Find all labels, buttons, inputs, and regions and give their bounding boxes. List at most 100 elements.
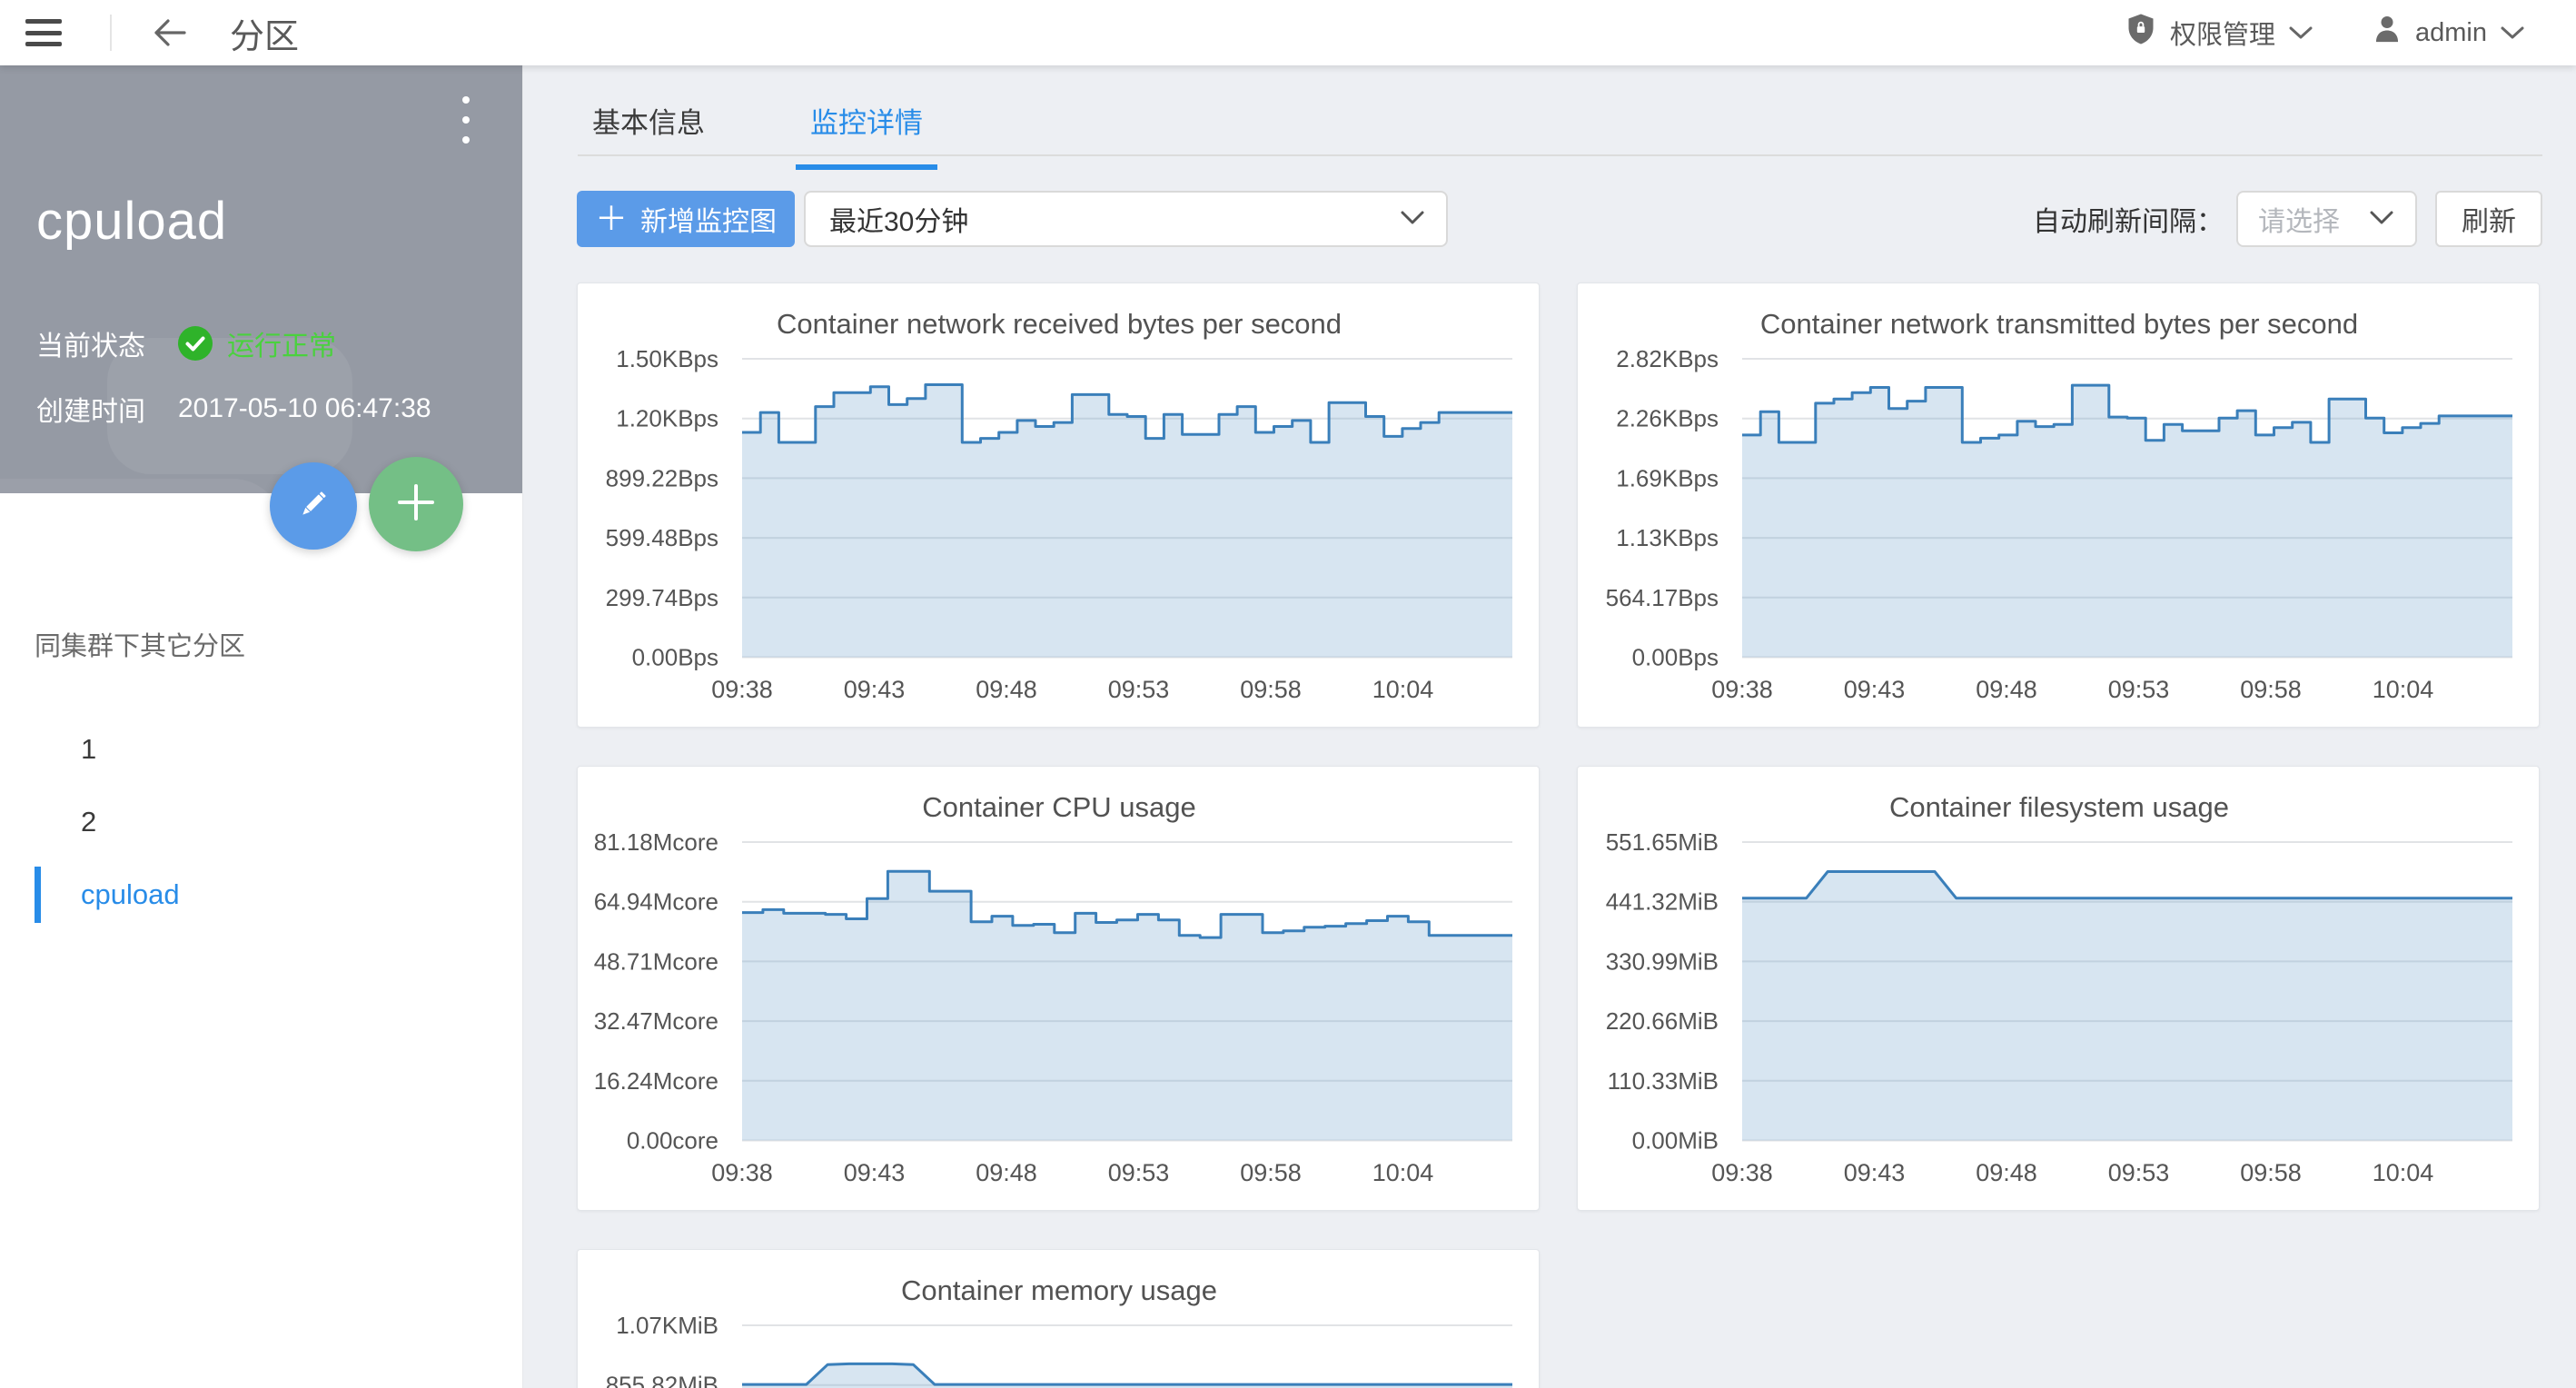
chart-svg-3: 551.65MiB441.32MiB330.99MiB220.66MiB110.… bbox=[1578, 767, 2541, 1212]
svg-text:09:48: 09:48 bbox=[1976, 676, 2037, 703]
svg-text:1.13KBps: 1.13KBps bbox=[1616, 524, 1719, 551]
partition-name: cpuload bbox=[36, 191, 227, 252]
svg-text:10:04: 10:04 bbox=[1372, 1159, 1434, 1186]
svg-text:09:53: 09:53 bbox=[2108, 1159, 2170, 1186]
svg-text:10:04: 10:04 bbox=[2373, 1159, 2434, 1186]
sidebar-item-1[interactable]: 1 bbox=[0, 713, 522, 786]
svg-text:09:38: 09:38 bbox=[711, 1159, 773, 1186]
chevron-down-icon bbox=[1399, 203, 1426, 234]
shield-lock-icon bbox=[2125, 12, 2157, 54]
permission-label: 权限管理 bbox=[2170, 14, 2275, 52]
svg-text:1.07KMiB: 1.07KMiB bbox=[616, 1312, 718, 1339]
svg-text:0.00Bps: 0.00Bps bbox=[1632, 644, 1719, 671]
svg-text:09:43: 09:43 bbox=[1844, 676, 1906, 703]
edit-partition-button[interactable] bbox=[270, 462, 357, 550]
time-range-select[interactable]: 最近30分钟 bbox=[804, 191, 1448, 247]
chart-card-4: 1.07KMiB855.82MiB09:3809:4309:4809:5309:… bbox=[577, 1249, 1540, 1388]
topbar-right: 权限管理 admin bbox=[2125, 12, 2525, 54]
add-monitor-chart-label: 新增监控图 bbox=[640, 199, 777, 239]
svg-text:564.17Bps: 564.17Bps bbox=[1606, 584, 1719, 611]
svg-text:09:53: 09:53 bbox=[1108, 676, 1170, 703]
toolbar: ＋ 新增监控图 最近30分钟 自动刷新间隔： 请选择 刷新 bbox=[577, 191, 2542, 247]
main-content: 基本信息监控详情 ＋ 新增监控图 最近30分钟 自动刷新间隔： 请选择 刷新 1… bbox=[523, 65, 2576, 1388]
status-label: 当前状态 bbox=[36, 323, 178, 363]
chart-svg-4: 1.07KMiB855.82MiB09:3809:4309:4809:5309:… bbox=[578, 1250, 1541, 1388]
created-value: 2017-05-10 06:47:38 bbox=[178, 393, 431, 424]
svg-text:09:43: 09:43 bbox=[844, 1159, 906, 1186]
svg-text:Container network received byt: Container network received bytes per sec… bbox=[777, 308, 1342, 340]
svg-text:Container network transmitted: Container network transmitted bytes per … bbox=[1760, 308, 2358, 340]
created-label: 创建时间 bbox=[36, 389, 178, 429]
svg-text:09:53: 09:53 bbox=[2108, 676, 2170, 703]
refresh-controls: 自动刷新间隔： 请选择 刷新 bbox=[2033, 191, 2542, 247]
pencil-icon bbox=[293, 484, 333, 529]
svg-text:Container memory usage: Container memory usage bbox=[901, 1274, 1217, 1306]
tab-基本信息[interactable]: 基本信息 bbox=[578, 65, 719, 170]
svg-text:0.00core: 0.00core bbox=[627, 1127, 718, 1155]
sidebar-item-2[interactable]: 2 bbox=[0, 786, 522, 858]
svg-text:1.50KBps: 1.50KBps bbox=[616, 345, 718, 372]
kebab-menu-icon[interactable] bbox=[448, 96, 484, 144]
svg-text:0.00MiB: 0.00MiB bbox=[1632, 1127, 1719, 1155]
partition-info-card: cpuload 当前状态 运行正常 创建时间 2017-05-10 06:47:… bbox=[0, 65, 522, 493]
svg-text:32.47Mcore: 32.47Mcore bbox=[594, 1007, 718, 1035]
permission-menu[interactable]: 权限管理 bbox=[2125, 12, 2313, 54]
status-value: 运行正常 bbox=[227, 323, 336, 363]
svg-text:09:43: 09:43 bbox=[844, 676, 906, 703]
refresh-button[interactable]: 刷新 bbox=[2435, 191, 2542, 247]
top-bar: 分区 权限管理 admin bbox=[0, 0, 2576, 65]
add-monitor-chart-button[interactable]: ＋ 新增监控图 bbox=[577, 191, 795, 247]
page-title: 分区 bbox=[230, 8, 299, 58]
svg-text:09:38: 09:38 bbox=[711, 676, 773, 703]
svg-text:2.82KBps: 2.82KBps bbox=[1616, 345, 1719, 372]
refresh-interval-label: 自动刷新间隔： bbox=[2033, 199, 2224, 239]
refresh-interval-select[interactable]: 请选择 bbox=[2236, 191, 2417, 247]
created-row: 创建时间 2017-05-10 06:47:38 bbox=[36, 389, 431, 429]
svg-text:2.26KBps: 2.26KBps bbox=[1616, 405, 1719, 432]
chart-card-0: 1.50KBps 1.20KBps 899.22Bps 599.48Bps 299.74… bbox=[577, 283, 1540, 728]
svg-text:Container filesystem usage: Container filesystem usage bbox=[1889, 791, 2229, 823]
user-label: admin bbox=[2415, 18, 2487, 48]
time-range-value: 最近30分钟 bbox=[829, 199, 968, 239]
sidebar-item-cpuload[interactable]: cpuload bbox=[0, 858, 522, 931]
plus-icon: ＋ bbox=[595, 203, 628, 235]
chart-card-2: 81.18Mcore 64.94Mcore 48.71Mcore 32.47Mcore… bbox=[577, 766, 1540, 1211]
watermark-shape bbox=[0, 479, 283, 493]
check-circle-icon bbox=[178, 326, 213, 361]
back-arrow-icon[interactable] bbox=[152, 16, 188, 49]
svg-text:0.00Bps: 0.00Bps bbox=[632, 644, 718, 671]
svg-text:09:48: 09:48 bbox=[976, 676, 1037, 703]
sidebar: cpuload 当前状态 运行正常 创建时间 2017-05-10 06:47:… bbox=[0, 65, 523, 1388]
svg-text:09:48: 09:48 bbox=[976, 1159, 1037, 1186]
svg-text:599.48Bps: 599.48Bps bbox=[606, 524, 718, 551]
svg-text:09:43: 09:43 bbox=[1844, 1159, 1906, 1186]
svg-text:48.71Mcore: 48.71Mcore bbox=[594, 947, 718, 975]
svg-text:441.32MiB: 441.32MiB bbox=[1606, 888, 1719, 916]
svg-text:299.74Bps: 299.74Bps bbox=[606, 584, 718, 611]
svg-text:10:04: 10:04 bbox=[2373, 676, 2434, 703]
svg-text:855.82MiB: 855.82MiB bbox=[606, 1372, 718, 1388]
svg-text:899.22Bps: 899.22Bps bbox=[606, 464, 718, 491]
svg-text:551.65MiB: 551.65MiB bbox=[1606, 828, 1719, 856]
svg-text:330.99MiB: 330.99MiB bbox=[1606, 947, 1719, 975]
svg-text:09:38: 09:38 bbox=[1711, 1159, 1773, 1186]
status-row: 当前状态 运行正常 bbox=[36, 323, 336, 363]
plus-icon bbox=[392, 479, 440, 530]
chart-svg-2: 81.18Mcore 64.94Mcore 48.71Mcore 32.47Mcore… bbox=[578, 767, 1541, 1212]
svg-text:1.20KBps: 1.20KBps bbox=[616, 405, 718, 432]
tab-bar: 基本信息监控详情 bbox=[578, 65, 937, 170]
tab-监控详情[interactable]: 监控详情 bbox=[796, 65, 937, 170]
svg-text:64.94Mcore: 64.94Mcore bbox=[594, 888, 718, 916]
svg-text:09:48: 09:48 bbox=[1976, 1159, 2037, 1186]
svg-text:110.33MiB: 110.33MiB bbox=[1608, 1067, 1719, 1095]
chart-card-1: 2.82KBps2.26KBps1.69KBps1.13KBps564.17Bp… bbox=[1577, 283, 2540, 728]
svg-text:81.18Mcore: 81.18Mcore bbox=[594, 828, 718, 856]
other-partitions-title: 同集群下其它分区 bbox=[35, 625, 245, 663]
add-partition-button[interactable] bbox=[369, 457, 463, 551]
topbar-divider bbox=[110, 15, 112, 51]
svg-text:09:38: 09:38 bbox=[1711, 676, 1773, 703]
svg-text:09:58: 09:58 bbox=[2240, 676, 2302, 703]
user-icon bbox=[2372, 13, 2403, 53]
user-menu[interactable]: admin bbox=[2372, 13, 2525, 53]
hamburger-menu-icon[interactable] bbox=[25, 19, 62, 46]
